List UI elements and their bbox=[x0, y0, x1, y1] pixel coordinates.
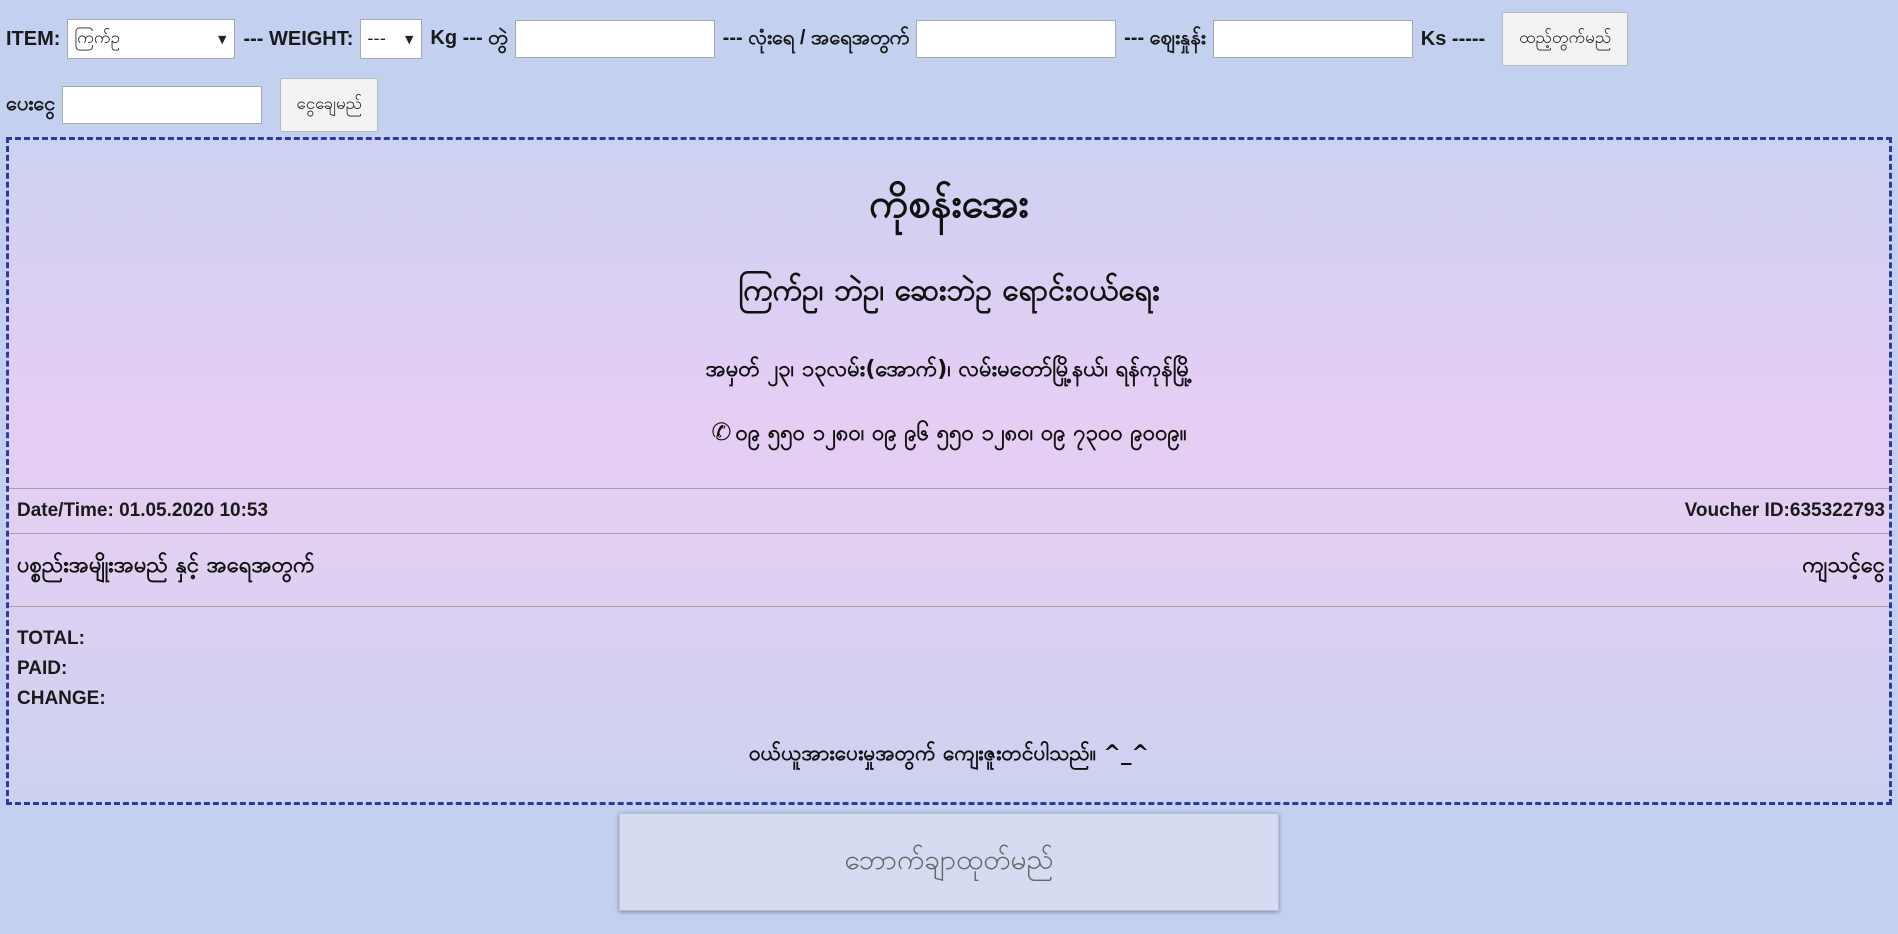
pair-input[interactable] bbox=[514, 20, 715, 58]
paid-label: PAID: bbox=[17, 658, 68, 679]
divider bbox=[9, 533, 1889, 534]
item-select[interactable]: ကြက်ဥ ▼ bbox=[67, 19, 236, 59]
quantity-label: --- လုံးရေ / အရေအတွက် bbox=[722, 27, 910, 49]
phone-icon: ✆ bbox=[711, 418, 732, 446]
quantity-input[interactable] bbox=[916, 20, 1117, 58]
price-input[interactable] bbox=[1212, 20, 1413, 58]
add-calculate-button[interactable]: ထည့်တွက်မည် bbox=[1502, 12, 1629, 66]
thank-you-message: ဝယ်ယူအားပေးမှုအတွက် ကျေးဇူးတင်ပါသည်။ ^_^ bbox=[748, 741, 1150, 765]
weight-label: --- WEIGHT: bbox=[243, 27, 354, 50]
divider bbox=[9, 606, 1889, 607]
print-voucher-button[interactable]: ဘောက်ချာထုတ်မည် bbox=[619, 813, 1279, 911]
weight-select[interactable]: --- ▼ bbox=[360, 19, 423, 59]
shop-business: ကြက်ဥ၊ ဘဲဥ၊ ဆေးဘဲဥ ရောင်းဝယ်ရေး bbox=[738, 273, 1160, 308]
shop-name: ကိုစန်းအေး bbox=[869, 181, 1029, 227]
amount-column-header: ကျသင့်ငွေ bbox=[1802, 553, 1885, 578]
price-label: --- စျေးနှုန်း bbox=[1124, 27, 1206, 49]
items-column-header: ပစ္စည်းအမျိုးအမည် နှင့် အရေအတွက် bbox=[17, 553, 315, 578]
divider bbox=[9, 488, 1889, 489]
items-header: ပစ္စည်းအမျိုးအမည် နှင့် အရေအတွက် ကျသင့်င… bbox=[17, 550, 1885, 583]
pay-amount-input[interactable] bbox=[62, 86, 263, 124]
shop-phone-line: ✆ ၀၉ ၅၅၀ ၁၂၈၀၊ ၀၉ ၉၆ ၅၅၀ ၁၂၈၀၊ ၀၉ ၇၃၀၀ ၉၀… bbox=[9, 418, 1889, 451]
pay-button[interactable]: ငွေချေမည် bbox=[280, 78, 379, 132]
voucher-datetime: Date/Time: 01.05.2020 10:53 bbox=[17, 500, 269, 521]
totals-block: TOTAL: PAID: CHANGE: bbox=[17, 624, 106, 714]
shop-phones: ၀၉ ၅၅၀ ၁၂၈၀၊ ၀၉ ၉၆ ၅၅၀ ၁၂၈၀၊ ၀၉ ၇၃၀၀ ၉၀၀… bbox=[735, 421, 1187, 446]
chevron-down-icon: ▼ bbox=[404, 32, 414, 46]
shop-address: အမှတ် ၂၃၊ ၁၃လမ်း(အောက်)၊ လမ်းမတော်မြို့န… bbox=[705, 357, 1193, 382]
entry-form-row: ITEM: ကြက်ဥ ▼ --- WEIGHT: --- ▼ Kg --- တ… bbox=[6, 12, 1629, 66]
item-label: ITEM: bbox=[6, 27, 61, 50]
chevron-down-icon: ▼ bbox=[217, 32, 227, 46]
weight-select-value: --- bbox=[367, 29, 386, 49]
item-select-value: ကြက်ဥ bbox=[74, 27, 120, 48]
kg-pair-label: Kg --- တွဲ bbox=[430, 27, 508, 49]
change-label: CHANGE: bbox=[17, 688, 106, 709]
pay-label: ပေးငွေ bbox=[6, 93, 56, 115]
voucher-meta: Date/Time: 01.05.2020 10:53 Voucher ID:6… bbox=[17, 500, 1885, 522]
voucher-receipt: ကိုစန်းအေး ကြက်ဥ၊ ဘဲဥ၊ ဆေးဘဲဥ ရောင်းဝယ်ရ… bbox=[6, 137, 1892, 805]
total-label: TOTAL: bbox=[17, 628, 85, 649]
voucher-id: Voucher ID:635322793 bbox=[1684, 500, 1885, 521]
payment-row: ပေးငွေ ငွေချေမည် bbox=[6, 78, 379, 132]
ks-label: Ks ----- bbox=[1420, 27, 1486, 50]
